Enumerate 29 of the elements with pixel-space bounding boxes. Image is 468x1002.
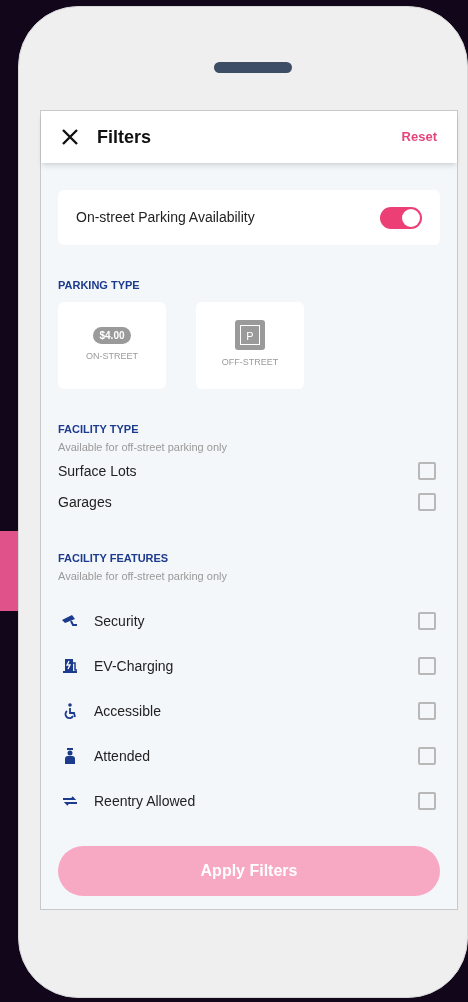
- checkbox[interactable]: [418, 702, 436, 720]
- section-heading: FACILITY FEATURES: [58, 550, 170, 566]
- facility-feature-label: Reentry Allowed: [94, 791, 196, 811]
- checkbox[interactable]: [418, 462, 436, 480]
- close-icon[interactable]: [61, 128, 79, 146]
- charging-station-icon: [61, 657, 79, 675]
- facility-feature-label: Security: [94, 611, 145, 631]
- availability-toggle[interactable]: [380, 206, 422, 229]
- checkbox[interactable]: [418, 493, 436, 511]
- section-heading: FACILITY TYPE: [58, 421, 140, 437]
- checkbox[interactable]: [418, 612, 436, 630]
- checkbox[interactable]: [418, 792, 436, 810]
- facility-feature-label: EV-Charging: [94, 656, 174, 676]
- checkbox[interactable]: [418, 657, 436, 675]
- parking-type-option[interactable]: $4.00 ON-STREET: [58, 301, 166, 389]
- reset-link[interactable]: Reset: [401, 127, 437, 147]
- facility-feature-label: Accessible: [94, 701, 161, 721]
- section-note: Available for off-street parking only: [58, 569, 228, 584]
- parking-type-option[interactable]: P OFF-STREET: [196, 301, 304, 389]
- price-tag-icon: $4.00: [93, 326, 131, 344]
- parking-garage-icon: P: [235, 320, 265, 351]
- checkbox[interactable]: [418, 747, 436, 765]
- screen-title: Filters: [97, 125, 152, 149]
- facility-feature-label: Attended: [94, 746, 151, 766]
- availability-label: On-street Parking Availability: [76, 208, 255, 227]
- section-heading: PARKING TYPE: [58, 278, 141, 293]
- facility-type-label: Garages: [58, 492, 112, 512]
- facility-type-label: Surface Lots: [58, 461, 137, 481]
- section-note: Available for off-street parking only: [58, 440, 228, 455]
